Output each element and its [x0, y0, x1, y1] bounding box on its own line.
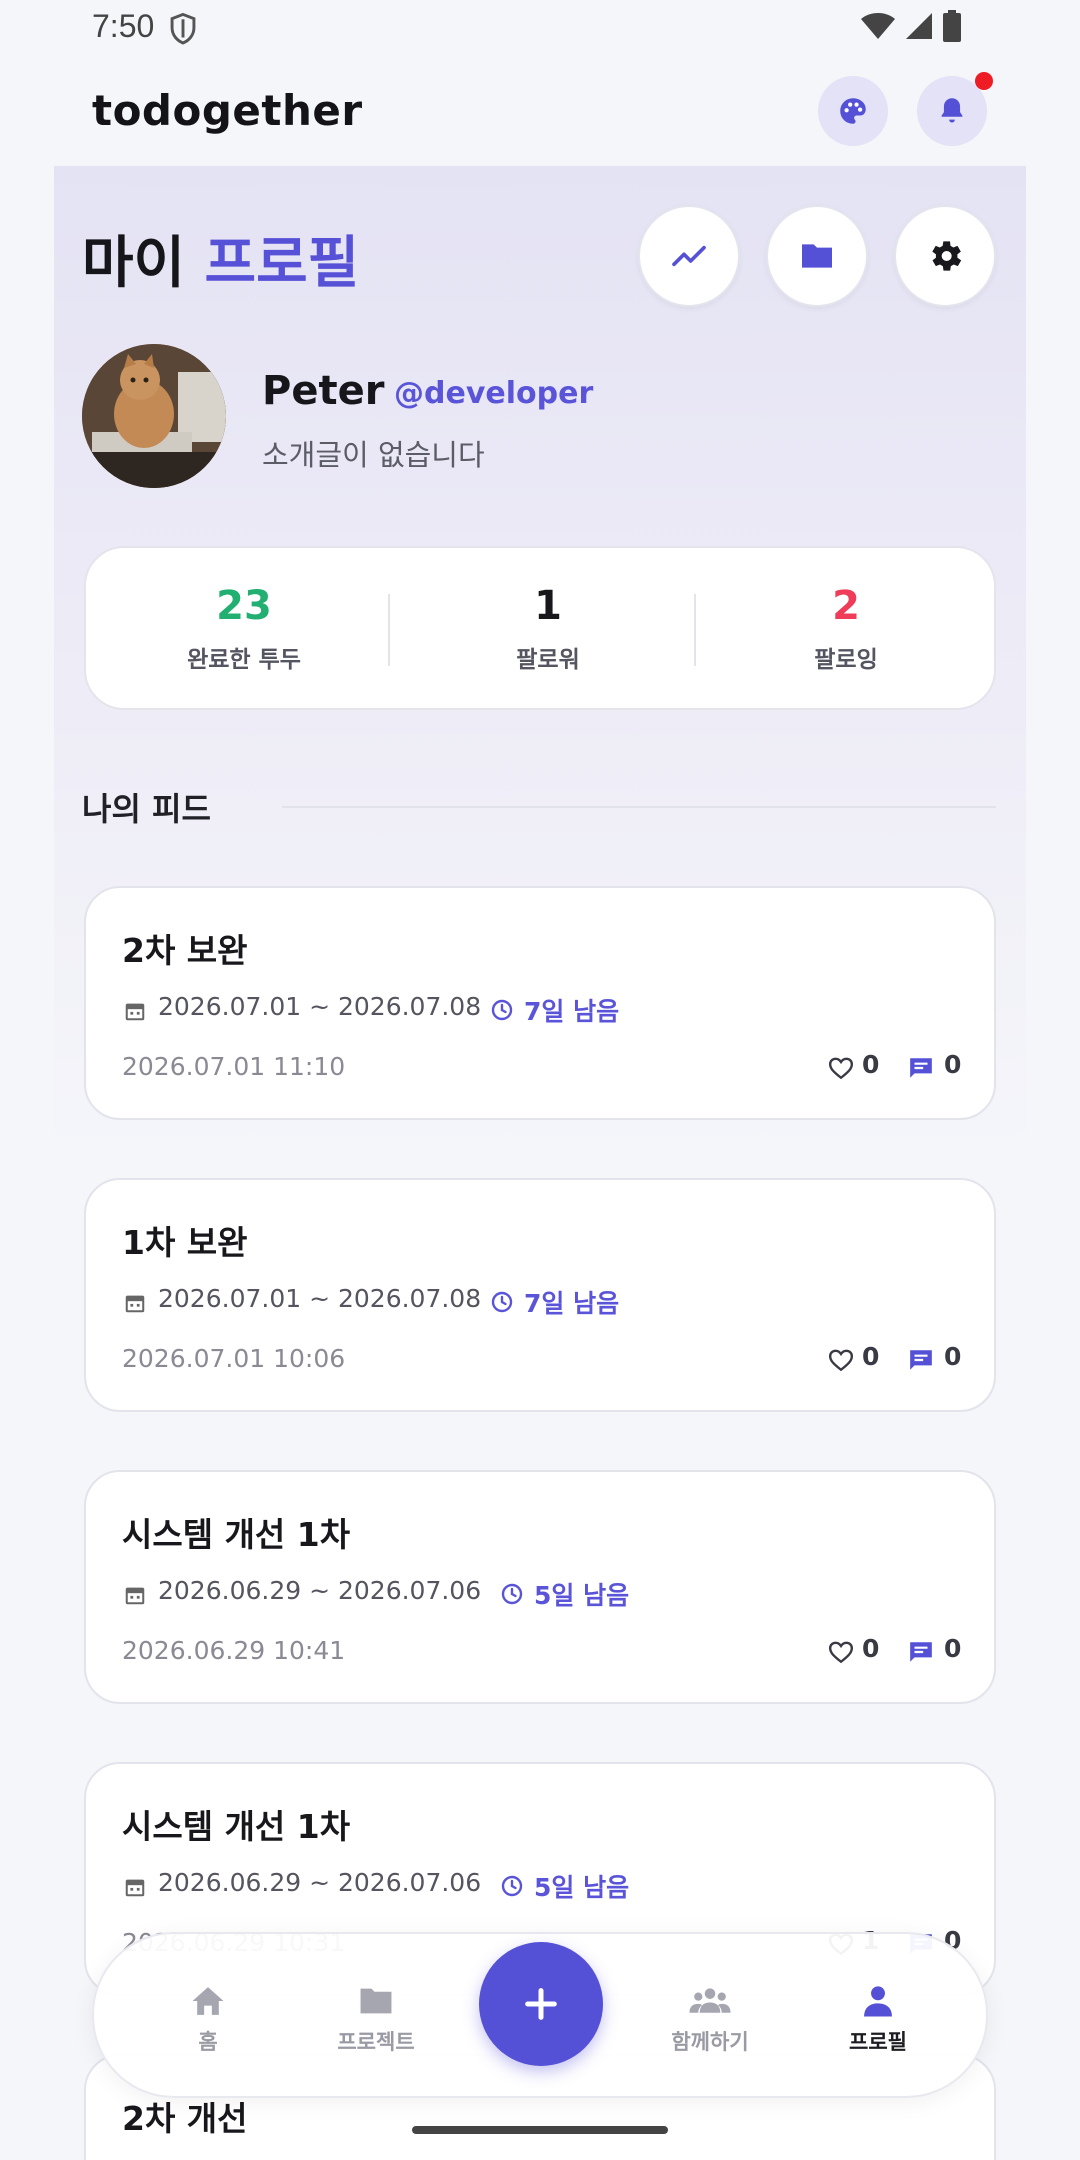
stat-following[interactable]: 2 팔로잉 [696, 584, 996, 674]
nav-together[interactable]: 함께하기 [640, 1984, 780, 2056]
page-title-prefix: 마이 [82, 231, 186, 296]
feed-card-title: 시스템 개선 1차 [122, 1807, 351, 1846]
statistics-button[interactable] [638, 205, 740, 307]
stat-completed-todos[interactable]: 23 완료한 투두 [94, 584, 394, 674]
person-icon [864, 1986, 892, 2017]
feed-card-title: 1차 보완 [122, 1223, 248, 1262]
settings-button[interactable] [894, 205, 996, 307]
stat-label: 완료한 투두 [187, 647, 301, 673]
wifi-icon [861, 13, 895, 39]
feed-card-remaining: 5일 남음 [534, 1873, 630, 1902]
app-header: todogether [0, 58, 1080, 166]
feed-card-date-range: 2026.06.29 ~ 2026.07.06 [158, 1576, 482, 1605]
archive-button[interactable] [766, 205, 868, 307]
stat-divider [388, 594, 390, 666]
feed-card-comments: 0 [944, 1634, 962, 1663]
feed-card[interactable]: 1차 보완 2026.07.01 ~ 2026.07.08 7일 남음 2026… [84, 1178, 996, 1412]
page-title: 마이 프로필 [82, 218, 359, 299]
palette-icon [840, 98, 866, 124]
comment-icon[interactable] [908, 1348, 934, 1372]
feed-card-likes: 0 [862, 1342, 880, 1371]
profile-bio: 소개글이 없습니다 [262, 438, 485, 472]
heart-icon[interactable] [828, 1056, 854, 1080]
clock-icon [491, 999, 513, 1021]
cat-photo [82, 344, 226, 488]
nav-label: 홈 [198, 2030, 218, 2054]
profile-handle: @developer [394, 376, 594, 411]
calendar-icon [125, 1295, 145, 1313]
shield-icon [170, 12, 196, 45]
feed-card-date-range: 2026.06.29 ~ 2026.07.06 [158, 1868, 482, 1897]
gear-icon [932, 241, 962, 271]
feed-card-likes: 0 [862, 1634, 880, 1663]
feed-card-likes: 0 [862, 1050, 880, 1079]
plus-icon [525, 1988, 557, 2020]
feed-section-title: 나의 피드 [82, 790, 211, 828]
comment-icon[interactable] [908, 1640, 934, 1664]
nav-projects[interactable]: 프로젝트 [306, 1984, 446, 2056]
nav-label: 프로젝트 [337, 2030, 415, 2054]
app-brand: todogether [92, 86, 363, 135]
theme-button[interactable] [818, 76, 888, 146]
page-title-accent: 프로필 [204, 231, 360, 296]
stat-value: 2 [832, 583, 860, 629]
clock-icon [501, 1583, 523, 1605]
home-indicator[interactable] [412, 2126, 668, 2134]
feed-card-remaining: 7일 남음 [524, 997, 620, 1026]
feed-card-created: 2026.06.29 10:41 [122, 1636, 346, 1665]
feed-card-created: 2026.07.01 11:10 [122, 1052, 346, 1081]
nav-label: 함께하기 [671, 2030, 749, 2054]
group-icon [689, 1988, 731, 2013]
feed-card-comments: 0 [944, 1342, 962, 1371]
bell-icon [941, 98, 963, 123]
nav-profile[interactable]: 프로필 [808, 1984, 948, 2056]
signal-icon [906, 13, 932, 39]
feed-card-date-range: 2026.07.01 ~ 2026.07.08 [158, 992, 482, 1021]
nav-home[interactable]: 홈 [138, 1984, 278, 2056]
stat-label: 팔로잉 [814, 647, 878, 673]
clock-icon [501, 1875, 523, 1897]
feed-card-remaining: 7일 남음 [524, 1289, 620, 1318]
feed-card-title: 2차 보완 [122, 931, 248, 970]
battery-icon [943, 10, 961, 42]
home-icon [192, 1987, 224, 2015]
feed-card-title: 2차 개선 [122, 2099, 248, 2138]
calendar-icon [125, 1879, 145, 1897]
stat-value: 23 [216, 583, 272, 629]
nav-label: 프로필 [849, 2030, 907, 2054]
notification-badge [975, 72, 993, 90]
status-icons [860, 10, 962, 42]
status-bar: 7:50 [0, 0, 1080, 58]
stat-value: 1 [534, 583, 562, 629]
feed-card-remaining: 5일 남음 [534, 1581, 630, 1610]
avatar[interactable] [82, 344, 226, 488]
stats-card: 23 완료한 투두 1 팔로워 2 팔로잉 [84, 546, 996, 710]
heart-icon[interactable] [828, 1640, 854, 1664]
status-time: 7:50 [92, 8, 155, 44]
feed-card[interactable]: 2차 보완 2026.07.01 ~ 2026.07.08 7일 남음 2026… [84, 886, 996, 1120]
feed-card-title: 시스템 개선 1차 [122, 1515, 351, 1554]
stat-followers[interactable]: 1 팔로워 [398, 584, 698, 674]
calendar-icon [125, 1003, 145, 1021]
clock-icon [491, 1291, 513, 1313]
comment-icon[interactable] [908, 1056, 934, 1080]
folder-icon [360, 1988, 392, 2014]
feed-card-created: 2026.07.01 10:06 [122, 1344, 346, 1373]
feed-card-date-range: 2026.07.01 ~ 2026.07.08 [158, 1284, 482, 1313]
section-divider [282, 806, 996, 808]
heart-icon[interactable] [828, 1348, 854, 1372]
trending-up-icon [672, 245, 706, 267]
feed-card-comments: 0 [944, 1050, 962, 1079]
folder-icon [802, 244, 832, 268]
profile-name: Peter [262, 368, 385, 414]
stat-label: 팔로워 [516, 647, 580, 673]
add-todo-button[interactable] [479, 1942, 603, 2066]
feed-card[interactable]: 시스템 개선 1차 2026.06.29 ~ 2026.07.06 5일 남음 … [84, 1470, 996, 1704]
calendar-icon [125, 1587, 145, 1605]
